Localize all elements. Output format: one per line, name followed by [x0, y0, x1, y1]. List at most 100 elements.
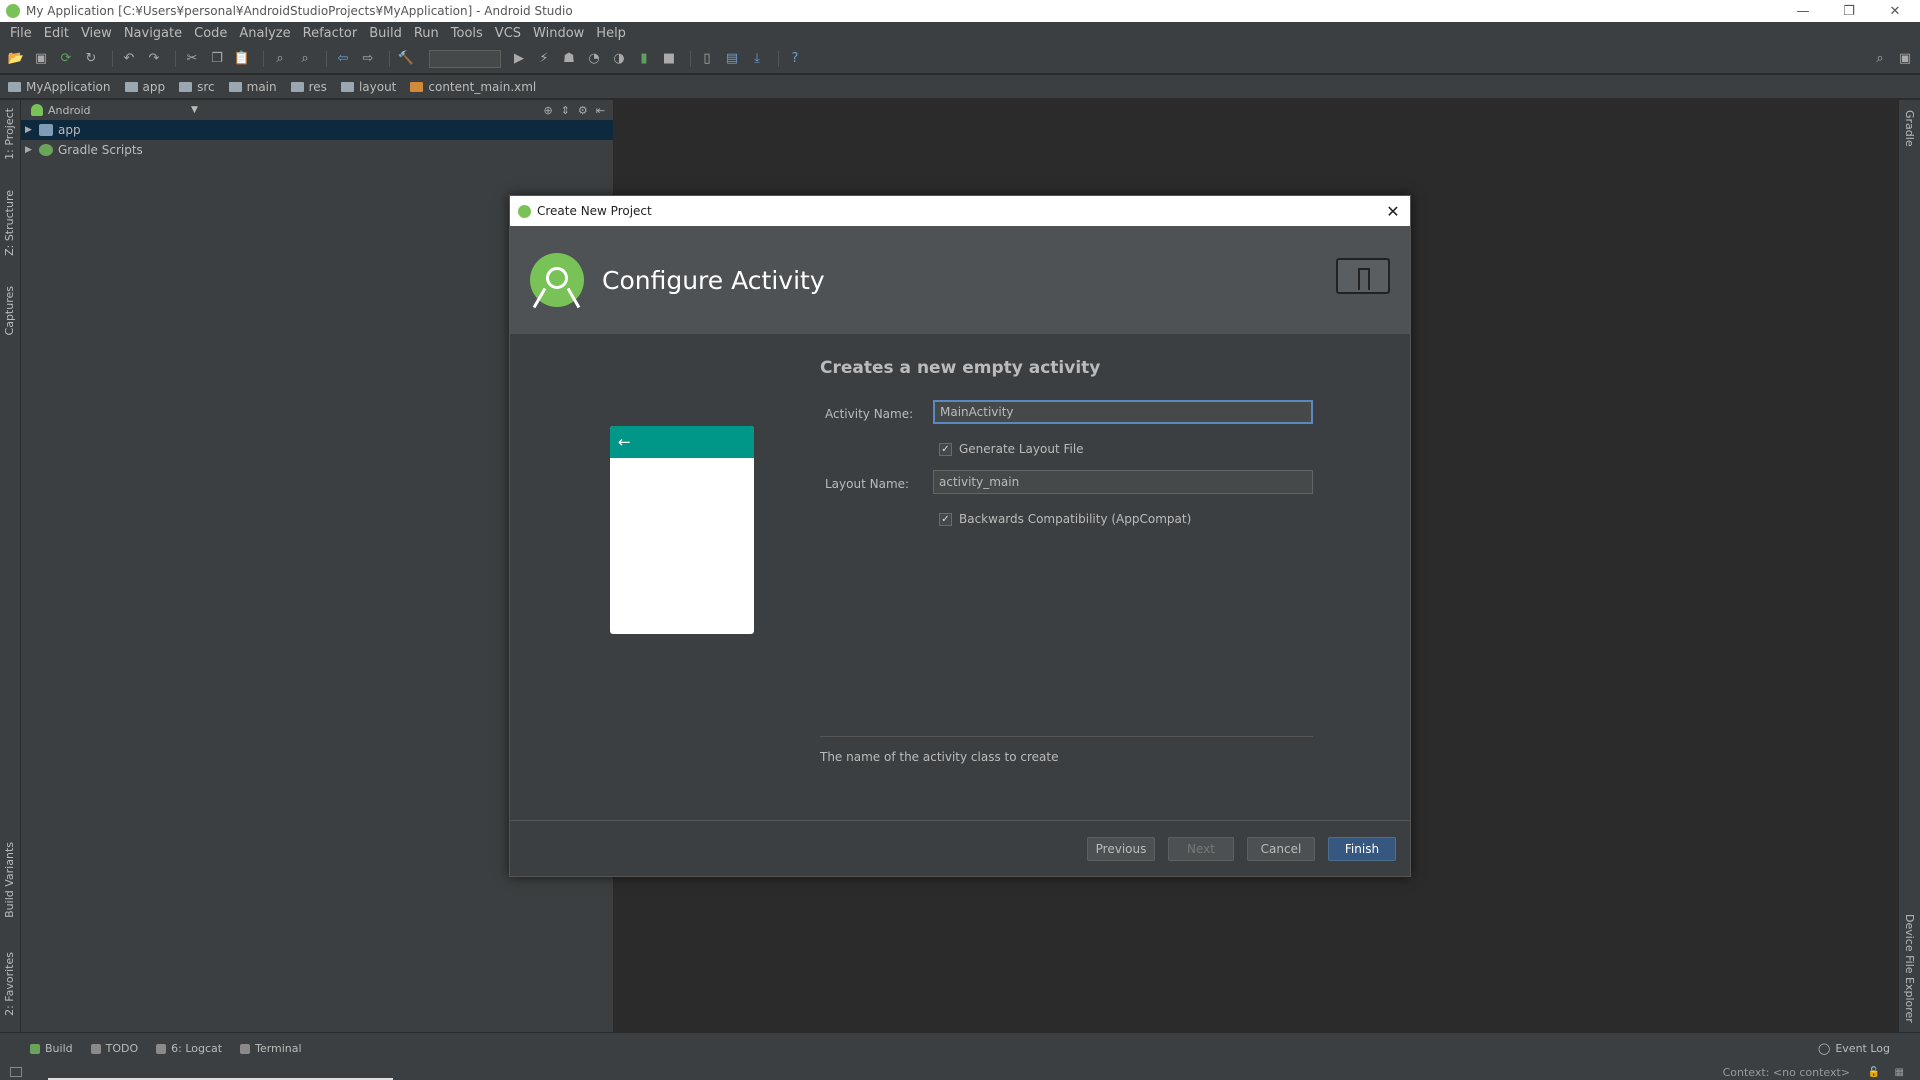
minimize-button[interactable]: — — [1780, 0, 1826, 22]
tree-item-app[interactable]: ▶ app — [21, 120, 613, 140]
finish-button[interactable]: Finish — [1328, 837, 1396, 861]
forward-icon[interactable]: ⇨ — [358, 49, 378, 69]
event-log-label: Event Log — [1835, 1042, 1890, 1055]
tree-item-label: app — [58, 123, 81, 137]
breadcrumb-item[interactable]: app — [124, 80, 165, 94]
folder-icon — [124, 81, 138, 92]
tab-gradle[interactable]: Gradle — [1903, 110, 1916, 147]
menu-refactor[interactable]: Refactor — [297, 26, 364, 41]
menu-window[interactable]: Window — [527, 26, 590, 41]
help-icon[interactable]: ? — [785, 49, 805, 69]
inspector-icon[interactable]: ▦ — [1895, 1067, 1904, 1078]
android-studio-icon — [6, 4, 20, 18]
menu-bar: File Edit View Navigate Code Analyze Ref… — [0, 22, 1920, 44]
toolbar-separator — [778, 50, 779, 67]
generate-layout-checkbox[interactable]: ✓ Generate Layout File — [939, 442, 1084, 456]
run-config-select[interactable] — [429, 49, 501, 68]
hide-panel-icon[interactable]: ⇤ — [596, 104, 605, 117]
open-icon[interactable]: 📂 — [6, 49, 26, 69]
collapse-all-icon[interactable]: ⇕ — [561, 104, 570, 117]
status-toggle-icon[interactable] — [10, 1067, 22, 1077]
previous-button[interactable]: Previous — [1087, 837, 1155, 861]
breadcrumb-item[interactable]: main — [228, 80, 277, 94]
apply-changes-icon[interactable]: ⚡ — [534, 49, 554, 69]
copy-icon[interactable]: ❐ — [207, 49, 227, 69]
backwards-compat-checkbox[interactable]: ✓ Backwards Compatibility (AppCompat) — [939, 512, 1191, 526]
chevron-right-icon[interactable]: ▶ — [25, 145, 39, 155]
paste-icon[interactable]: 📋 — [232, 49, 252, 69]
gear-icon[interactable]: ⚙ — [578, 104, 588, 117]
lock-icon[interactable]: 🔓 — [1868, 1067, 1880, 1078]
menu-code[interactable]: Code — [188, 26, 233, 41]
debug-icon[interactable]: ☗ — [559, 49, 579, 69]
logcat-icon — [156, 1043, 167, 1054]
chevron-right-icon[interactable]: ▶ — [25, 125, 39, 135]
replace-icon[interactable]: ⌕ — [295, 49, 315, 69]
layout-name-input[interactable] — [933, 470, 1313, 494]
project-view-select[interactable]: Android — [48, 104, 91, 117]
menu-tools[interactable]: Tools — [445, 26, 489, 41]
tab-project[interactable]: 1: Project — [3, 108, 16, 160]
menu-vcs[interactable]: VCS — [489, 26, 527, 41]
redo-icon[interactable]: ↷ — [144, 49, 164, 69]
refresh-icon[interactable]: ↻ — [81, 49, 101, 69]
undo-icon[interactable]: ↶ — [119, 49, 139, 69]
tab-structure[interactable]: Z: Structure — [3, 190, 16, 256]
back-icon[interactable]: ⇦ — [333, 49, 353, 69]
search-everywhere-icon[interactable]: ⌕ — [1870, 49, 1890, 69]
run-icon[interactable]: ▶ — [509, 49, 529, 69]
stop-icon[interactable]: ■ — [659, 49, 679, 69]
menu-navigate[interactable]: Navigate — [118, 26, 188, 41]
next-button[interactable]: Next — [1168, 837, 1234, 861]
profile-icon[interactable]: ◔ — [584, 49, 604, 69]
close-window-button[interactable]: ✕ — [1872, 0, 1918, 22]
checkbox-check-icon[interactable]: ✓ — [939, 512, 952, 526]
tab-captures[interactable]: Captures — [3, 286, 16, 335]
folder-icon — [8, 81, 21, 92]
menu-analyze[interactable]: Analyze — [233, 26, 296, 41]
make-project-icon[interactable]: 🔨 — [396, 49, 416, 69]
tab-logcat[interactable]: 6: Logcat — [156, 1042, 222, 1055]
event-log-icon: ◯ — [1818, 1042, 1831, 1055]
tab-todo[interactable]: TODO — [90, 1042, 138, 1055]
device-icon[interactable]: ▮ — [634, 49, 654, 69]
menu-help[interactable]: Help — [590, 26, 632, 41]
layout-toggle-icon[interactable]: ▣ — [1895, 49, 1915, 69]
menu-file[interactable]: File — [4, 26, 38, 41]
breadcrumb-item[interactable]: res — [290, 80, 327, 94]
cancel-button[interactable]: Cancel — [1247, 837, 1315, 861]
attach-debugger-icon[interactable]: ◑ — [609, 49, 629, 69]
chevron-down-icon[interactable]: ▼ — [191, 105, 198, 115]
android-studio-logo — [530, 253, 584, 309]
activity-name-input[interactable] — [933, 400, 1313, 424]
menu-run[interactable]: Run — [408, 26, 445, 41]
restore-button[interactable]: ❐ — [1826, 0, 1872, 22]
breadcrumb-item[interactable]: content_main.xml — [410, 80, 536, 94]
breadcrumb-item[interactable]: MyApplication — [8, 80, 111, 94]
tab-favorites[interactable]: 2: Favorites — [3, 952, 16, 1016]
scroll-from-source-icon[interactable]: ⊕ — [543, 104, 552, 117]
find-icon[interactable]: ⌕ — [270, 49, 290, 69]
checkbox-check-icon[interactable]: ✓ — [939, 442, 952, 456]
sync-icon[interactable]: ⟳ — [56, 49, 76, 69]
tab-build[interactable]: Build — [30, 1042, 73, 1055]
breadcrumb-item[interactable]: src — [179, 80, 215, 94]
menu-view[interactable]: View — [75, 26, 118, 41]
activity-preview: ← — [610, 426, 754, 634]
menu-build[interactable]: Build — [363, 26, 408, 41]
folder-icon — [179, 81, 193, 92]
tree-item-gradle-scripts[interactable]: ▶ Gradle Scripts — [21, 140, 613, 160]
sdk-manager-icon[interactable]: ⤓ — [747, 49, 767, 69]
toolbar-separator — [690, 50, 691, 67]
save-icon[interactable]: ▣ — [31, 49, 51, 69]
event-log-button[interactable]: ◯ Event Log — [1818, 1042, 1890, 1055]
avd-manager-icon[interactable]: ▯ — [697, 49, 717, 69]
tab-terminal[interactable]: Terminal — [240, 1042, 302, 1055]
project-structure-icon[interactable]: ▤ — [722, 49, 742, 69]
close-icon[interactable]: ✕ — [1382, 200, 1404, 222]
breadcrumb-item[interactable]: layout — [340, 80, 396, 94]
tab-device-file-explorer[interactable]: Device File Explorer — [1903, 914, 1916, 1023]
menu-edit[interactable]: Edit — [38, 26, 75, 41]
cut-icon[interactable]: ✂ — [182, 49, 202, 69]
tab-build-variants[interactable]: Build Variants — [3, 842, 16, 918]
